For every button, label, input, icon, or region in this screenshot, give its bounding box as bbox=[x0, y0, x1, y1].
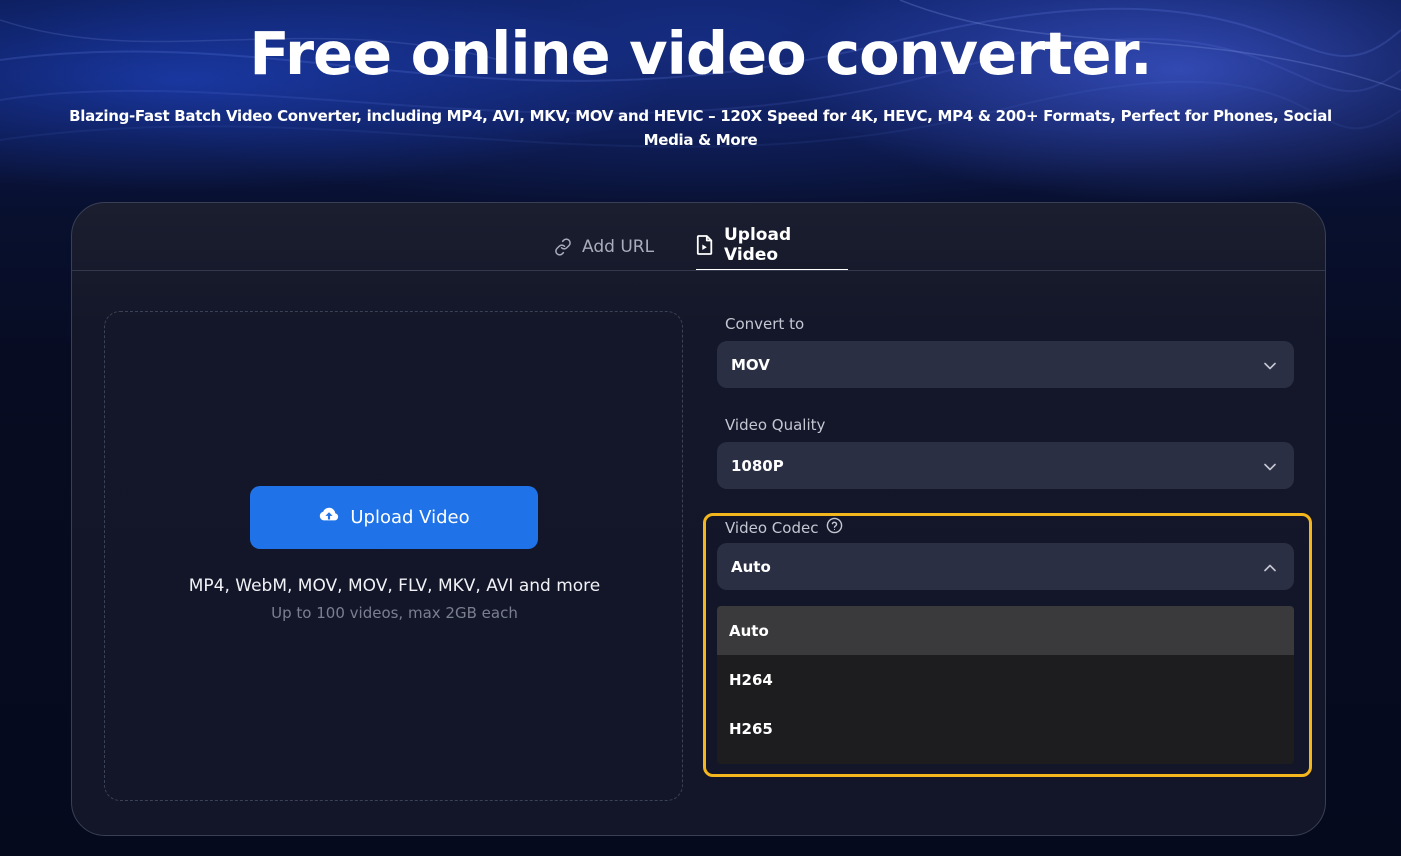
convert-to-value: MOV bbox=[731, 355, 770, 374]
cloud-upload-icon bbox=[318, 506, 340, 529]
tab-add-url[interactable]: Add URL bbox=[554, 223, 654, 271]
chevron-down-icon bbox=[1264, 457, 1276, 475]
video-quality-value: 1080P bbox=[731, 456, 784, 475]
video-codec-value: Auto bbox=[731, 557, 771, 576]
chevron-up-icon bbox=[1264, 558, 1276, 576]
supported-formats-text: MP4, WebM, MOV, MOV, FLV, MKV, AVI and m… bbox=[188, 576, 601, 596]
video-codec-dropdown: Auto H264 H265 bbox=[717, 606, 1294, 764]
tabs-divider bbox=[72, 270, 1325, 271]
tab-upload-video-label: Upload Video bbox=[724, 225, 792, 265]
codec-option-h265[interactable]: H265 bbox=[717, 704, 1294, 753]
convert-to-label: Convert to bbox=[725, 315, 804, 333]
upload-video-button[interactable]: Upload Video bbox=[250, 486, 538, 549]
video-codec-select[interactable]: Auto bbox=[717, 543, 1294, 590]
chevron-down-icon bbox=[1264, 356, 1276, 374]
file-video-icon bbox=[696, 235, 714, 255]
video-quality-label: Video Quality bbox=[725, 416, 825, 434]
codec-option-h264[interactable]: H264 bbox=[717, 655, 1294, 704]
converter-card: Add URL Upload Video Upload Video MP4, W… bbox=[71, 202, 1326, 836]
tab-upload-video[interactable]: Upload Video bbox=[696, 223, 848, 271]
video-codec-label-text: Video Codec bbox=[725, 518, 819, 537]
video-quality-select[interactable]: 1080P bbox=[717, 442, 1294, 489]
tab-add-url-label: Add URL bbox=[582, 237, 655, 257]
upload-video-button-label: Upload Video bbox=[350, 507, 470, 528]
upload-limits-text: Up to 100 videos, max 2GB each bbox=[271, 604, 518, 622]
upload-dropzone[interactable]: Upload Video MP4, WebM, MOV, MOV, FLV, M… bbox=[104, 311, 683, 801]
page-title: Free online video converter. bbox=[249, 19, 1152, 88]
codec-option-auto[interactable]: Auto bbox=[717, 606, 1294, 655]
convert-to-select[interactable]: MOV bbox=[717, 341, 1294, 388]
video-codec-label: Video Codec bbox=[725, 517, 843, 538]
convert-to-label-text: Convert to bbox=[725, 315, 805, 333]
page-subtitle: Blazing-Fast Batch Video Converter, incl… bbox=[69, 107, 1332, 149]
link-icon bbox=[554, 238, 572, 256]
video-quality-label-text: Video Quality bbox=[725, 416, 826, 434]
question-circle-icon[interactable] bbox=[826, 517, 843, 538]
